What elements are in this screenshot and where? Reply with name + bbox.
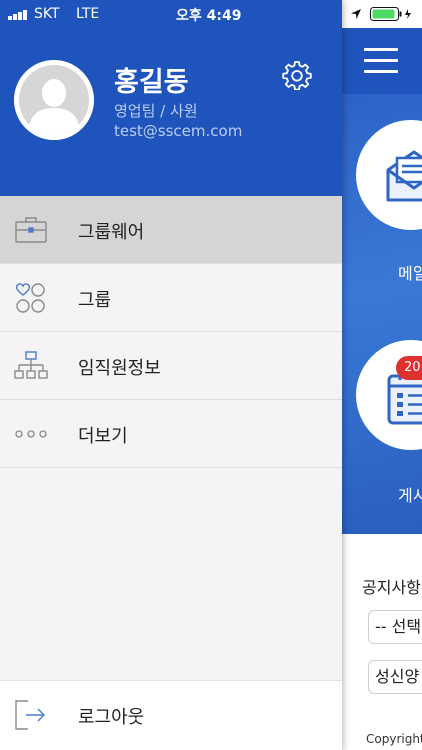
menu-item-employee-info[interactable]: 임직원정보 — [0, 332, 342, 400]
menu-item-group[interactable]: 그룹 — [0, 264, 342, 332]
user-avatar-icon — [14, 60, 94, 140]
hamburger-menu-button[interactable] — [364, 48, 398, 74]
gear-icon — [282, 61, 312, 91]
mail-tile[interactable] — [356, 120, 422, 230]
menu-label-more: 더보기 — [78, 426, 128, 447]
org-chart-icon — [14, 351, 48, 379]
menu-item-more[interactable]: 더보기 — [0, 400, 342, 468]
copyright-text: Copyright — [366, 732, 422, 746]
menu-item-groupware[interactable]: 그룹웨어 — [0, 196, 342, 264]
app-header — [342, 28, 422, 94]
user-email: test@sscem.com — [114, 122, 243, 140]
notice-section: 공지사항 -- 선택 성신양 Copyright — [342, 534, 422, 750]
avatar[interactable] — [14, 60, 94, 140]
category-select[interactable]: -- 선택 — [368, 610, 422, 644]
user-department: 영업팀 / 사원 — [114, 102, 198, 120]
logout-label: 로그아웃 — [78, 707, 145, 728]
notification-badge: 20 — [396, 356, 422, 380]
background-app: 메일 20 게시 공지사항 -- 선택 성신양 Copyright — [342, 0, 422, 750]
signal-icon — [8, 10, 30, 20]
app-status-bar — [342, 0, 422, 28]
battery-icon — [370, 7, 411, 21]
carrier-name: SKT — [34, 6, 60, 22]
profile-header: SKT LTE 오후 4:49 홍길동 영업팀 / 사원 test@sscem.… — [0, 0, 342, 196]
mail-icon — [386, 150, 422, 202]
menu-label-groupware: 그룹웨어 — [78, 222, 145, 243]
briefcase-icon — [15, 217, 47, 243]
side-drawer: SKT LTE 오후 4:49 홍길동 영업팀 / 사원 test@sscem.… — [0, 0, 342, 750]
network-type: LTE — [76, 6, 100, 22]
logout-icon — [15, 700, 45, 730]
mail-tile-label: 메일 — [398, 264, 422, 283]
drawer-menu: 그룹웨어 그룹 임직원정보 더보기 — [0, 196, 342, 468]
group-icon — [15, 283, 45, 313]
user-name: 홍길동 — [114, 67, 189, 98]
company-select[interactable]: 성신양 — [368, 660, 422, 694]
logout-button[interactable]: 로그아웃 — [0, 680, 342, 750]
settings-button[interactable] — [282, 60, 312, 91]
location-arrow-icon — [351, 9, 361, 19]
board-tile-label: 게시 — [398, 486, 422, 505]
app-hero: 메일 20 게시 — [342, 94, 422, 534]
status-time: 오후 4:49 — [176, 8, 242, 24]
menu-label-employee-info: 임직원정보 — [78, 358, 161, 379]
menu-label-group: 그룹 — [78, 290, 112, 311]
more-dots-icon — [15, 430, 47, 438]
notice-title: 공지사항 — [362, 578, 421, 597]
status-bar: SKT LTE 오후 4:49 — [0, 0, 342, 28]
